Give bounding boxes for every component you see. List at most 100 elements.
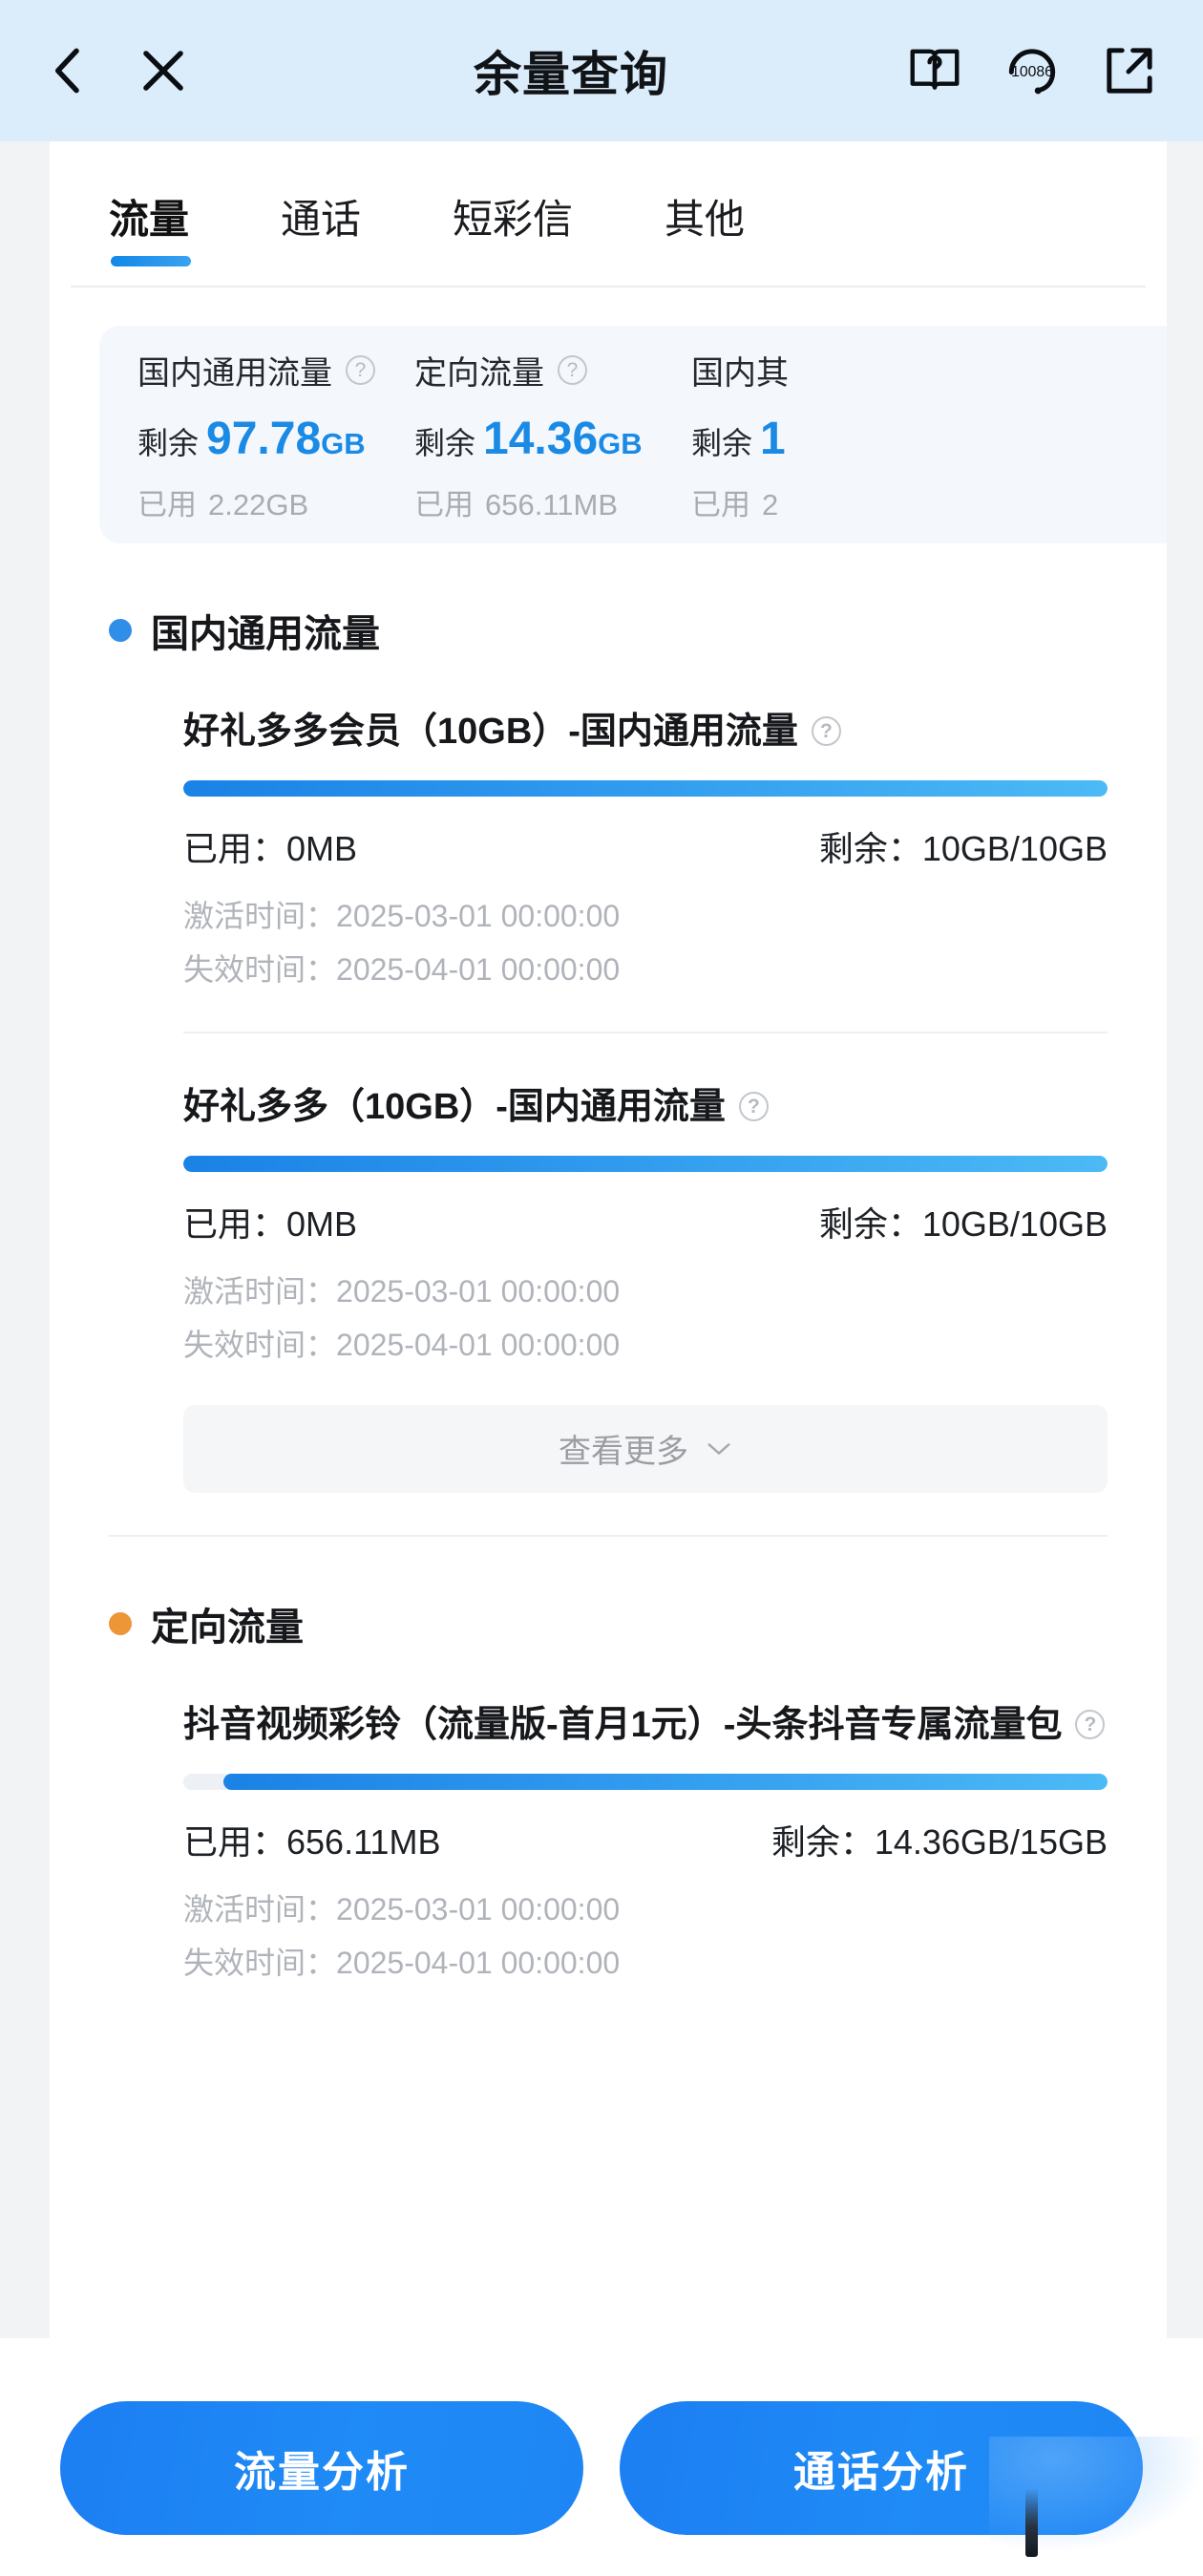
remain-unit: GB — [598, 426, 643, 460]
usage-progress-fill — [183, 1155, 1108, 1172]
package-item[interactable]: 好礼多多会员（10GB）-国内通用流量 ? 已用：0MB 剩余：10GB/10G… — [50, 710, 1167, 990]
package-name: 抖音视频彩铃（流量版-首月1元）-头条抖音专属流量包 — [183, 1704, 1063, 1745]
package-usage-row: 已用：0MB 剩余：10GB/10GB — [183, 1197, 1108, 1246]
used-value: 2 — [762, 487, 779, 522]
tab-other[interactable]: 其他 — [665, 187, 745, 266]
question-mark-icon[interactable]: ? — [738, 1091, 769, 1121]
back-button[interactable] — [32, 35, 103, 106]
summary-used: 已用 2 — [691, 480, 947, 523]
package-item[interactable]: 好礼多多（10GB）-国内通用流量 ? 已用：0MB 剩余：10GB/10GB … — [50, 1085, 1167, 1365]
usage-progress-bar — [183, 779, 1108, 797]
used-label: 已用 — [137, 487, 197, 522]
section-dot-icon — [109, 1611, 132, 1635]
bottom-action-bar: 流量分析 通话分析 — [0, 2338, 1203, 2576]
summary-card-directed[interactable]: 定向流量 ? 剩余 14.36GB 已用 656.11MB — [414, 347, 691, 523]
tab-calls[interactable]: 通话 — [281, 187, 361, 266]
package-name: 好礼多多会员（10GB）-国内通用流量 — [183, 712, 798, 752]
hotline-button[interactable]: 10086 — [1002, 41, 1062, 100]
tabs-divider — [71, 286, 1146, 287]
remain-label: 剩余 — [691, 425, 753, 460]
help-button[interactable] — [905, 41, 964, 100]
package-title-row: 好礼多多（10GB）-国内通用流量 ? — [183, 1085, 1108, 1131]
cursor-artifact — [1025, 2488, 1038, 2557]
tab-data[interactable]: 流量 — [109, 187, 191, 266]
remain-label: 剩余 — [137, 425, 200, 460]
question-mark-icon[interactable]: ? — [346, 354, 375, 385]
view-more-button[interactable]: 查看更多 — [183, 1404, 1108, 1493]
package-used: 已用：0MB — [183, 828, 358, 868]
package-item[interactable]: 抖音视频彩铃（流量版-首月1元）-头条抖音专属流量包 ? 已用：656.11MB… — [50, 1703, 1167, 1983]
tab-label: 其他 — [665, 197, 746, 242]
summary-card-title-row: 国内通用流量 ? — [137, 347, 393, 394]
package-activate-time: 激活时间：2025-03-01 00:00:00 — [183, 1891, 621, 1927]
tab-label: 流量 — [109, 197, 190, 242]
remain-unit: GB — [321, 426, 366, 460]
package-title-row: 好礼多多会员（10GB）-国内通用流量 ? — [183, 710, 1108, 756]
tab-label: 通话 — [281, 197, 362, 242]
content-panel: 流量 通话 短彩信 其他 国内通用流量 ? 剩余 97.78GB 已用 2.22… — [50, 141, 1167, 2338]
section-title: 国内通用流量 — [151, 613, 380, 655]
call-analysis-button[interactable]: 通话分析 — [620, 2401, 1143, 2535]
page-title: 余量查询 — [474, 48, 668, 101]
section-header-general: 国内通用流量 — [109, 603, 1167, 658]
chevron-left-icon — [54, 48, 79, 94]
package-usage-row: 已用：0MB 剩余：10GB/10GB — [183, 821, 1108, 871]
usage-progress-fill — [183, 779, 1108, 797]
headset-icon: 10086 — [1008, 49, 1056, 95]
used-label: 已用 — [691, 487, 750, 522]
book-question-icon — [910, 49, 960, 90]
package-used: 已用：656.11MB — [183, 1821, 441, 1862]
section-divider — [109, 1534, 1108, 1537]
summary-card-scroller[interactable]: 国内通用流量 ? 剩余 97.78GB 已用 2.22GB 定向流量 ? 剩余 14.… — [99, 326, 1167, 543]
usage-progress-bar — [183, 1155, 1108, 1172]
package-remaining: 剩余：10GB/10GB — [818, 1203, 1108, 1244]
close-icon — [143, 51, 183, 91]
share-button[interactable] — [1100, 41, 1159, 100]
remain-label: 剩余 — [414, 425, 476, 460]
question-mark-icon[interactable]: ? — [558, 354, 587, 385]
summary-used: 已用 656.11MB — [414, 480, 670, 523]
usage-progress-fill — [222, 1773, 1108, 1790]
remain-value: 1 — [760, 413, 786, 464]
used-value: 2.22GB — [208, 487, 309, 522]
external-link-icon — [1107, 48, 1152, 94]
package-remaining: 剩余：14.36GB/15GB — [770, 1821, 1108, 1862]
package-activate-time: 激活时间：2025-03-01 00:00:00 — [183, 898, 621, 933]
section-title: 定向流量 — [151, 1606, 304, 1649]
tab-active-indicator — [111, 256, 191, 266]
summary-card-title: 定向流量 — [414, 354, 544, 392]
data-analysis-button[interactable]: 流量分析 — [60, 2401, 583, 2535]
summary-card-general[interactable]: 国内通用流量 ? 剩余 97.78GB 已用 2.22GB — [137, 347, 414, 523]
package-title-row: 抖音视频彩铃（流量版-首月1元）-头条抖音专属流量包 ? — [183, 1703, 1108, 1749]
package-expire-time: 失效时间：2025-04-01 00:00:00 — [183, 951, 621, 987]
package-expire-time: 失效时间：2025-04-01 00:00:00 — [183, 1327, 621, 1362]
summary-card-title-row: 定向流量 ? — [414, 347, 670, 394]
tab-label: 短彩信 — [453, 197, 574, 242]
summary-card-title: 国内通用流量 — [137, 354, 332, 392]
package-divider — [183, 1031, 1108, 1033]
summary-card-title-row: 国内其 — [691, 347, 947, 394]
summary-card-other[interactable]: 国内其 剩余 1 已用 2 — [691, 347, 968, 523]
remain-value: 97.78 — [206, 413, 322, 464]
package-activate-time: 激活时间：2025-03-01 00:00:00 — [183, 1273, 621, 1309]
view-more-label: 查看更多 — [559, 1434, 688, 1471]
summary-remaining: 剩余 1 — [691, 413, 947, 465]
hotline-number-text: 10086 — [1011, 64, 1053, 80]
question-mark-icon[interactable]: ? — [1075, 1709, 1106, 1739]
app-header: 余量查询 10086 — [0, 0, 1203, 141]
package-name: 好礼多多（10GB）-国内通用流量 — [183, 1086, 726, 1127]
usage-progress-bar — [183, 1773, 1108, 1790]
chevron-down-icon — [707, 1442, 730, 1455]
remain-value: 14.36 — [483, 413, 599, 464]
package-usage-row: 已用：656.11MB 剩余：14.36GB/15GB — [183, 1815, 1108, 1864]
used-label: 已用 — [414, 487, 474, 522]
summary-remaining: 剩余 14.36GB — [414, 413, 670, 465]
package-used: 已用：0MB — [183, 1203, 358, 1244]
used-value: 656.11MB — [485, 487, 619, 522]
category-tabs: 流量 通话 短彩信 其他 — [50, 141, 1167, 266]
question-mark-icon[interactable]: ? — [811, 716, 841, 746]
package-expire-time: 失效时间：2025-04-01 00:00:00 — [183, 1945, 621, 1980]
package-remaining: 剩余：10GB/10GB — [818, 828, 1108, 868]
tab-sms[interactable]: 短彩信 — [453, 187, 573, 266]
close-button[interactable] — [128, 35, 199, 106]
